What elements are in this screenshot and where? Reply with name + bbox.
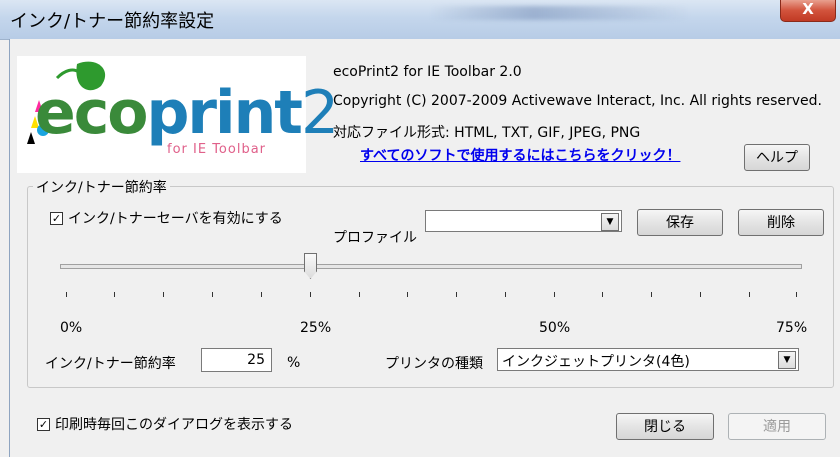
slider-tick <box>212 292 213 297</box>
rate-unit: % <box>287 355 301 371</box>
saving-rate-slider-track[interactable] <box>60 264 802 269</box>
slider-tick <box>456 292 457 297</box>
profile-dropdown[interactable]: ▼ <box>425 210 622 232</box>
supported-formats: 対応ファイル形式: HTML, TXT, GIF, JPEG, PNG <box>333 125 641 141</box>
slider-tick <box>310 292 311 297</box>
slider-tick <box>359 292 360 297</box>
enable-saver-label: インク/トナーセーバを有効にする <box>68 211 283 227</box>
slider-tick <box>749 292 750 297</box>
logo-subtitle: for IE Toolbar <box>167 142 267 157</box>
chevron-down-icon[interactable]: ▼ <box>778 351 796 369</box>
slider-tick <box>66 292 67 297</box>
logo-print: print <box>146 78 303 148</box>
printer-type-value: インクジェットプリンタ(4色) <box>502 354 690 370</box>
tick-label-25: 25% <box>300 320 332 336</box>
rate-input[interactable]: 25 <box>201 348 272 372</box>
group-label: インク/トナー節約率 <box>33 177 170 197</box>
product-name: ecoPrint2 for IE Toolbar 2.0 <box>333 64 522 80</box>
chevron-down-icon[interactable]: ▼ <box>601 213 619 231</box>
enable-saver-checkbox[interactable]: ✓ <box>50 212 63 225</box>
slider-tick <box>505 292 506 297</box>
save-button[interactable]: 保存 <box>637 209 723 236</box>
logo-wordmark: ecoprint2 <box>35 78 339 148</box>
titlebar-glass <box>430 6 690 20</box>
apply-button[interactable]: 適用 <box>728 413 826 440</box>
slider-tick <box>651 292 652 297</box>
ecoprint-logo: ecoprint2 for IE Toolbar <box>17 56 339 173</box>
tick-label-50: 50% <box>539 320 571 336</box>
use-all-software-link[interactable]: すべてのソフトで使用するにはこちらをクリック！ <box>360 145 680 165</box>
rate-label: インク/トナー節約率 <box>45 356 176 372</box>
logo-two: 2 <box>301 78 339 148</box>
delete-button[interactable]: 削除 <box>738 209 824 236</box>
title-bar: インク/トナー節約率設定 X <box>0 0 840 40</box>
profile-label: プロファイル <box>333 230 417 246</box>
logo-eco: eco <box>35 78 148 148</box>
close-window-button[interactable]: X <box>780 0 836 22</box>
tick-label-75: 75% <box>776 320 808 336</box>
show-dialog-label: 印刷時毎回このダイアログを表示する <box>55 417 293 433</box>
slider-tick <box>554 292 555 297</box>
show-dialog-checkbox[interactable]: ✓ <box>37 418 50 431</box>
help-button[interactable]: ヘルプ <box>744 144 810 171</box>
slider-tick <box>407 292 408 297</box>
slider-tick <box>114 292 115 297</box>
printer-type-label: プリンタの種類 <box>385 356 483 372</box>
close-button[interactable]: 閉じる <box>616 413 714 440</box>
slider-tick <box>163 292 164 297</box>
printer-type-dropdown[interactable]: インクジェットプリンタ(4色) ▼ <box>497 348 799 371</box>
tick-label-0: 0% <box>60 320 83 336</box>
copyright-text: Copyright (C) 2007-2009 Activewave Inter… <box>333 93 822 109</box>
window-title: インク/トナー節約率設定 <box>10 11 215 32</box>
slider-tick <box>261 292 262 297</box>
slider-tick <box>700 292 701 297</box>
slider-tick <box>602 292 603 297</box>
slider-tick <box>796 292 797 297</box>
